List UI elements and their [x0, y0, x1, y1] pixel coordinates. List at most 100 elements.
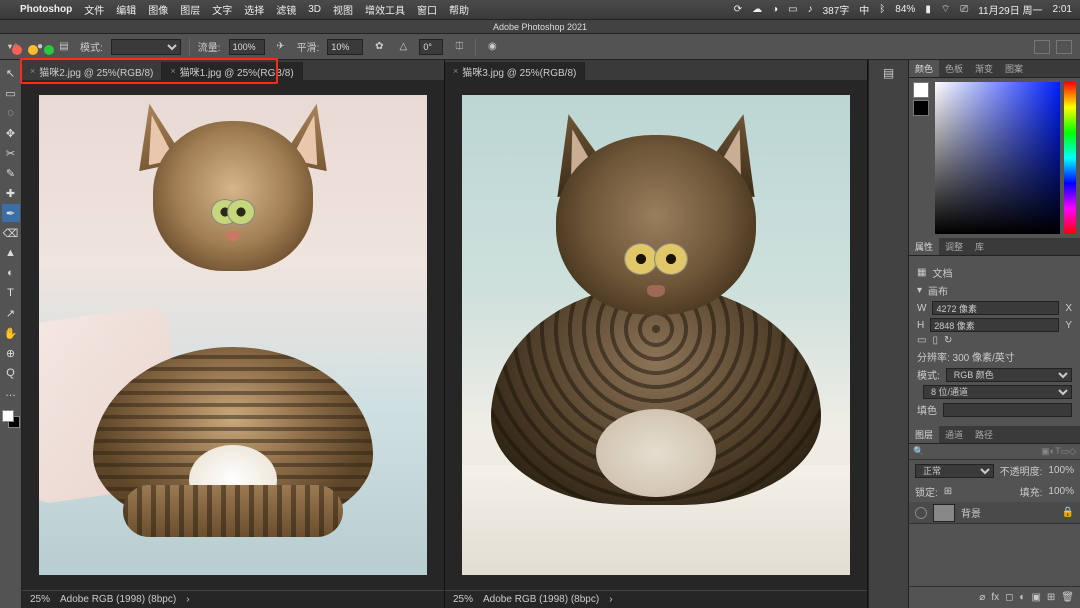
wand-tool[interactable]: ✥	[2, 124, 20, 142]
panel-icon[interactable]: ▤	[883, 66, 894, 80]
zoom-tool[interactable]: ⊕	[2, 344, 20, 362]
document-tab[interactable]: × 猫咪1.jpg @ 25%(RGB/8)	[162, 62, 302, 80]
menu-filter[interactable]: 滤镜	[276, 2, 296, 17]
height-input[interactable]	[930, 318, 1059, 332]
fx-icon[interactable]: fx	[991, 592, 999, 603]
tab-properties[interactable]: 属性	[909, 238, 939, 255]
hue-slider[interactable]	[1064, 82, 1076, 234]
tab-color[interactable]: 颜色	[909, 60, 939, 77]
angle-input[interactable]	[419, 39, 443, 55]
type-tool[interactable]: T	[2, 284, 20, 302]
color-swatch[interactable]	[2, 410, 20, 428]
tab-paths[interactable]: 路径	[969, 426, 999, 443]
blend-select[interactable]: 正常	[915, 464, 994, 478]
symmetry-icon[interactable]: ⎅	[451, 39, 467, 55]
tab-gradients[interactable]: 渐变	[969, 60, 999, 77]
pressure-icon[interactable]: ◉	[484, 39, 500, 55]
filter-icon[interactable]: ◇	[1069, 446, 1076, 457]
tab-libraries[interactable]: 库	[969, 238, 990, 255]
depth-select[interactable]: 8 位/通道	[923, 385, 1072, 399]
fill-value[interactable]: 100%	[1048, 486, 1074, 497]
filter-icon[interactable]: ▭	[1061, 446, 1070, 457]
fill-swatch[interactable]	[943, 403, 1072, 417]
menu-layer[interactable]: 图层	[180, 2, 200, 17]
search-icon[interactable]: 🔍	[913, 446, 924, 457]
wifi-icon[interactable]: ⌔	[941, 3, 950, 16]
orient-icon[interactable]: ▭	[917, 335, 926, 346]
more-tools[interactable]: …	[2, 384, 20, 402]
menu-3d[interactable]: 3D	[308, 4, 321, 15]
menu-edit[interactable]: 编辑	[116, 2, 136, 17]
group-icon[interactable]: ▣	[1031, 592, 1040, 603]
screen-mode-button[interactable]	[1034, 40, 1050, 54]
menu-image[interactable]: 图像	[148, 2, 168, 17]
visibility-icon[interactable]	[915, 507, 927, 519]
app-menu[interactable]: Photoshop	[20, 4, 72, 15]
menu-select[interactable]: 选择	[244, 2, 264, 17]
width-input[interactable]	[932, 301, 1059, 315]
close-icon[interactable]: ×	[30, 66, 35, 76]
orient-icon[interactable]: ▯	[932, 335, 938, 346]
close-button[interactable]	[12, 45, 22, 55]
eyedropper-tool[interactable]: ✎	[2, 164, 20, 182]
menu-view[interactable]: 视图	[333, 2, 353, 17]
airbrush-icon[interactable]: ✈	[273, 39, 289, 55]
menu-plugins[interactable]: 增效工具	[365, 2, 405, 17]
chevron-right-icon[interactable]: ›	[609, 594, 612, 605]
trash-icon[interactable]: 🗑	[1061, 592, 1074, 603]
control-center-icon[interactable]: ⎚	[960, 4, 968, 15]
zoom-button[interactable]	[44, 45, 54, 55]
hand-tool[interactable]: ✋	[2, 324, 20, 342]
color-profile[interactable]: Adobe RGB (1998) (8bpc)	[483, 594, 599, 605]
eraser-tool[interactable]: ⌫	[2, 224, 20, 242]
color-picker[interactable]	[909, 78, 1080, 238]
document-tab[interactable]: × 猫咪2.jpg @ 25%(RGB/8)	[22, 62, 162, 80]
tab-adjustments[interactable]: 调整	[939, 238, 969, 255]
bt-icon[interactable]: ᛒ	[879, 4, 885, 15]
canvas-right[interactable]	[445, 80, 867, 590]
dodge-tool[interactable]: ◐	[2, 264, 20, 282]
path-tool[interactable]: ↗	[2, 304, 20, 322]
zoom-level[interactable]: 25%	[453, 594, 473, 605]
link-icon[interactable]: ⌀	[979, 592, 985, 603]
mask-icon[interactable]: ◻	[1005, 592, 1013, 603]
chevron-down-icon[interactable]: ▾	[8, 42, 12, 51]
lasso-tool[interactable]: ◌	[2, 104, 20, 122]
close-icon[interactable]: ×	[453, 66, 458, 76]
input-icon[interactable]: 中	[859, 2, 869, 17]
zoom-level[interactable]: 25%	[30, 594, 50, 605]
menu-type[interactable]: 文字	[212, 2, 232, 17]
tab-layers[interactable]: 图层	[909, 426, 939, 443]
wechat-icon[interactable]: ◑	[772, 4, 778, 15]
flow-input[interactable]	[229, 39, 265, 55]
filter-icon[interactable]: ▣	[1041, 446, 1050, 457]
rotate-icon[interactable]: ↻	[944, 335, 952, 346]
color-profile[interactable]: Adobe RGB (1998) (8bpc)	[60, 594, 176, 605]
menu-window[interactable]: 窗口	[417, 2, 437, 17]
new-layer-icon[interactable]: ⊞	[1047, 592, 1055, 603]
tab-channels[interactable]: 通道	[939, 426, 969, 443]
minimize-button[interactable]	[28, 45, 38, 55]
move-tool[interactable]: ↖	[2, 64, 20, 82]
display-icon[interactable]: ▭	[788, 4, 797, 15]
heal-tool[interactable]: ✚	[2, 184, 20, 202]
canvas-left[interactable]	[22, 80, 444, 590]
lock-icon[interactable]: ⊞	[944, 486, 952, 497]
menu-help[interactable]: 帮助	[449, 2, 469, 17]
quickmask-tool[interactable]: Q	[2, 364, 20, 382]
brush-tool[interactable]: ✒	[2, 204, 20, 222]
layer-thumbnail[interactable]	[933, 504, 955, 522]
canvas-section[interactable]: ▾	[917, 285, 922, 296]
layer-row[interactable]: 背景 🔒	[909, 502, 1080, 524]
opacity-value[interactable]: 100%	[1048, 465, 1074, 476]
fg-color[interactable]	[913, 82, 929, 98]
gradient-tool[interactable]: ▲	[2, 244, 20, 262]
layer-name[interactable]: 背景	[961, 505, 981, 520]
adjustment-icon[interactable]: ◐	[1019, 592, 1025, 603]
tab-patterns[interactable]: 图案	[999, 60, 1029, 77]
marquee-tool[interactable]: ▭	[2, 84, 20, 102]
color-field[interactable]	[935, 82, 1060, 234]
chevron-right-icon[interactable]: ›	[186, 594, 189, 605]
tab-swatches[interactable]: 色板	[939, 60, 969, 77]
gear-icon[interactable]: ✿	[371, 39, 387, 55]
